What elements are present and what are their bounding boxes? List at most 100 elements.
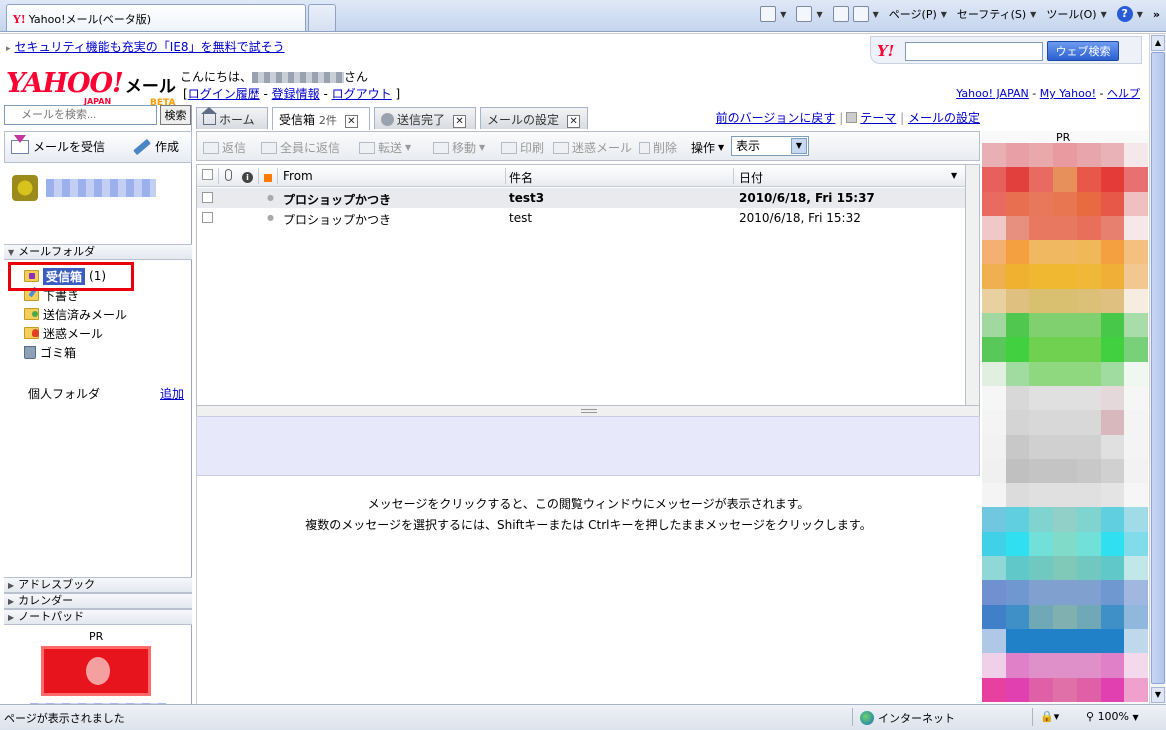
ad-mosaic-tile <box>1029 361 1054 386</box>
section-calendar[interactable]: ▶ カレンダー <box>4 593 192 609</box>
checkbox[interactable] <box>202 169 213 180</box>
sidebar-ad-banner[interactable] <box>41 646 151 696</box>
home-icon[interactable] <box>760 6 777 22</box>
reply-all-button[interactable]: 全員に返信 <box>261 139 340 156</box>
print-icon[interactable] <box>852 6 869 22</box>
actions-menu[interactable]: 操作 ▼ <box>691 139 724 156</box>
chevron-down-icon[interactable]: ▼ <box>816 10 822 19</box>
chevron-down-icon[interactable]: ▼ <box>780 10 786 19</box>
delete-label: 削除 <box>653 141 678 155</box>
logout-link[interactable]: ログアウト <box>332 87 392 101</box>
close-icon[interactable]: ✕ <box>453 115 467 128</box>
sort-descending-icon[interactable]: ▼ <box>951 171 957 180</box>
attachment-column-icon[interactable] <box>225 169 232 184</box>
ie8-promo-link[interactable]: ▸ セキュリティ機能も充実の「IE8」を無料で試そう <box>6 38 285 55</box>
delete-button[interactable]: 削除 <box>639 139 677 156</box>
ad-mosaic-tile <box>1053 361 1077 386</box>
ad-mosaic-tile <box>982 556 1006 581</box>
select-all-checkbox[interactable] <box>202 169 213 183</box>
ad-mosaic-tile <box>1100 337 1125 362</box>
close-icon[interactable]: ✕ <box>567 115 581 128</box>
close-icon[interactable]: ✕ <box>344 115 358 128</box>
page-scrollbar[interactable]: ▲ ▼ <box>1149 34 1166 704</box>
blurred-ad-image[interactable] <box>982 143 1148 703</box>
right-ad-column[interactable]: PR <box>982 131 1148 704</box>
protected-mode-icon[interactable]: 🔒▾ <box>1040 710 1059 723</box>
folder-sent[interactable]: 送信済みメール <box>24 305 127 323</box>
ad-mosaic-tile <box>1053 483 1077 508</box>
message-row[interactable]: ● プロショップかつき test 2010/6/18, Fri 15:32 <box>197 208 965 228</box>
page-menu[interactable]: ページ(P) <box>889 6 937 22</box>
previous-version-link[interactable]: 前のバージョンに戻す <box>716 111 836 125</box>
grip-handle-icon[interactable] <box>581 409 597 413</box>
pane-splitter[interactable] <box>196 406 980 416</box>
scroll-up-icon[interactable]: ▲ <box>1151 35 1165 51</box>
pr-label: PR <box>89 630 104 643</box>
spam-button[interactable]: 迷惑メール <box>553 139 632 156</box>
column-date[interactable]: 日付 <box>739 169 763 186</box>
column-from[interactable]: From <box>283 169 313 183</box>
tab-home[interactable]: ホーム <box>196 107 268 129</box>
help-link[interactable]: ヘルプ <box>1107 87 1140 100</box>
forward-label: 転送 <box>378 141 403 155</box>
mail-icon[interactable] <box>832 6 849 22</box>
registration-info-link[interactable]: 登録情報 <box>272 87 320 101</box>
avatar[interactable] <box>12 175 38 201</box>
move-button[interactable]: 移動 ▼ <box>433 139 485 156</box>
message-row[interactable]: ● プロショップかつき test3 2010/6/18, Fri 15:37 <box>197 188 965 208</box>
compose-button[interactable]: 作成 <box>133 138 179 155</box>
web-search-input[interactable] <box>905 42 1043 61</box>
ad-mosaic-tile <box>1100 458 1125 484</box>
message-list-scrollbar[interactable] <box>966 164 980 406</box>
section-notepad[interactable]: ▶ ノートパッド <box>4 609 192 625</box>
section-address-book[interactable]: ▶ アドレスブック <box>4 577 192 593</box>
scroll-down-icon[interactable]: ▼ <box>1151 687 1165 703</box>
scrollbar-thumb[interactable] <box>1151 52 1165 684</box>
zoom-level[interactable]: ⚲ 100% ▼ <box>1086 710 1139 723</box>
print-button[interactable]: 印刷 <box>501 139 544 156</box>
yahoo-mail-logo[interactable]: YAHOO! メール JAPAN BETA <box>6 68 176 108</box>
compose-label: 作成 <box>155 140 180 154</box>
section-mail-folders[interactable]: ▼ メールフォルダ <box>4 244 192 260</box>
ad-mosaic-tile <box>1005 434 1030 459</box>
mail-search-input[interactable] <box>4 105 157 125</box>
ad-mosaic-tile <box>1053 507 1077 532</box>
tools-menu[interactable]: ツール(O) <box>1046 6 1096 22</box>
security-zone[interactable]: インターネット <box>860 710 955 726</box>
rss-feed-icon[interactable] <box>796 6 813 22</box>
tab-inbox[interactable]: 受信箱 2件 ✕ <box>272 107 370 130</box>
column-subject[interactable]: 件名 <box>509 169 533 186</box>
tab-sent-complete[interactable]: 送信完了 ✕ <box>374 107 476 129</box>
add-folder-link[interactable]: 追加 <box>160 385 184 402</box>
my-yahoo-link[interactable]: My Yahoo! <box>1040 87 1096 100</box>
safety-menu[interactable]: セーフティ(S) <box>957 6 1026 22</box>
view-select[interactable]: 表示 ▼ <box>731 136 809 156</box>
browser-new-tab-button[interactable] <box>308 4 336 31</box>
help-icon[interactable]: ? <box>1116 6 1133 22</box>
chevron-down-icon[interactable]: ▼ <box>873 10 879 19</box>
tab-mail-settings[interactable]: メールの設定 ✕ <box>480 107 588 129</box>
ad-mosaic-tile <box>1005 507 1030 532</box>
forward-button[interactable]: 転送 ▼ <box>359 139 411 156</box>
flag-column-icon[interactable] <box>264 171 272 185</box>
theme-link[interactable]: テーマ <box>860 111 896 125</box>
login-history-link[interactable]: ログイン履歴 <box>188 87 260 101</box>
web-search-button[interactable]: ウェブ検索 <box>1047 41 1119 61</box>
ad-mosaic-tile <box>1005 604 1030 629</box>
reply-button[interactable]: 返信 <box>203 139 246 156</box>
get-mail-button[interactable]: メールを受信 <box>11 134 105 155</box>
browser-tab-yahoo-mail[interactable]: Y! Yahoo!メール(ベータ版) <box>6 4 306 31</box>
ad-mosaic-tile <box>1100 653 1125 678</box>
mail-settings-link[interactable]: メールの設定 <box>908 111 980 125</box>
folder-trash[interactable]: ゴミ箱 <box>24 343 76 361</box>
checkbox[interactable] <box>202 192 213 203</box>
ie8-promo-text[interactable]: セキュリティ機能も充実の「IE8」を無料で試そう <box>15 40 285 54</box>
priority-column-icon[interactable]: i <box>242 169 253 183</box>
checkbox[interactable] <box>202 212 213 223</box>
mail-search-button[interactable]: 検索 <box>160 105 191 125</box>
folder-spam[interactable]: 迷惑メール <box>24 324 103 342</box>
chevron-down-icon: ▼ <box>718 143 725 152</box>
blurred-username <box>252 72 345 83</box>
chevron-double-right-icon[interactable]: » <box>1153 8 1160 21</box>
yahoo-japan-link[interactable]: Yahoo! JAPAN <box>956 87 1029 100</box>
